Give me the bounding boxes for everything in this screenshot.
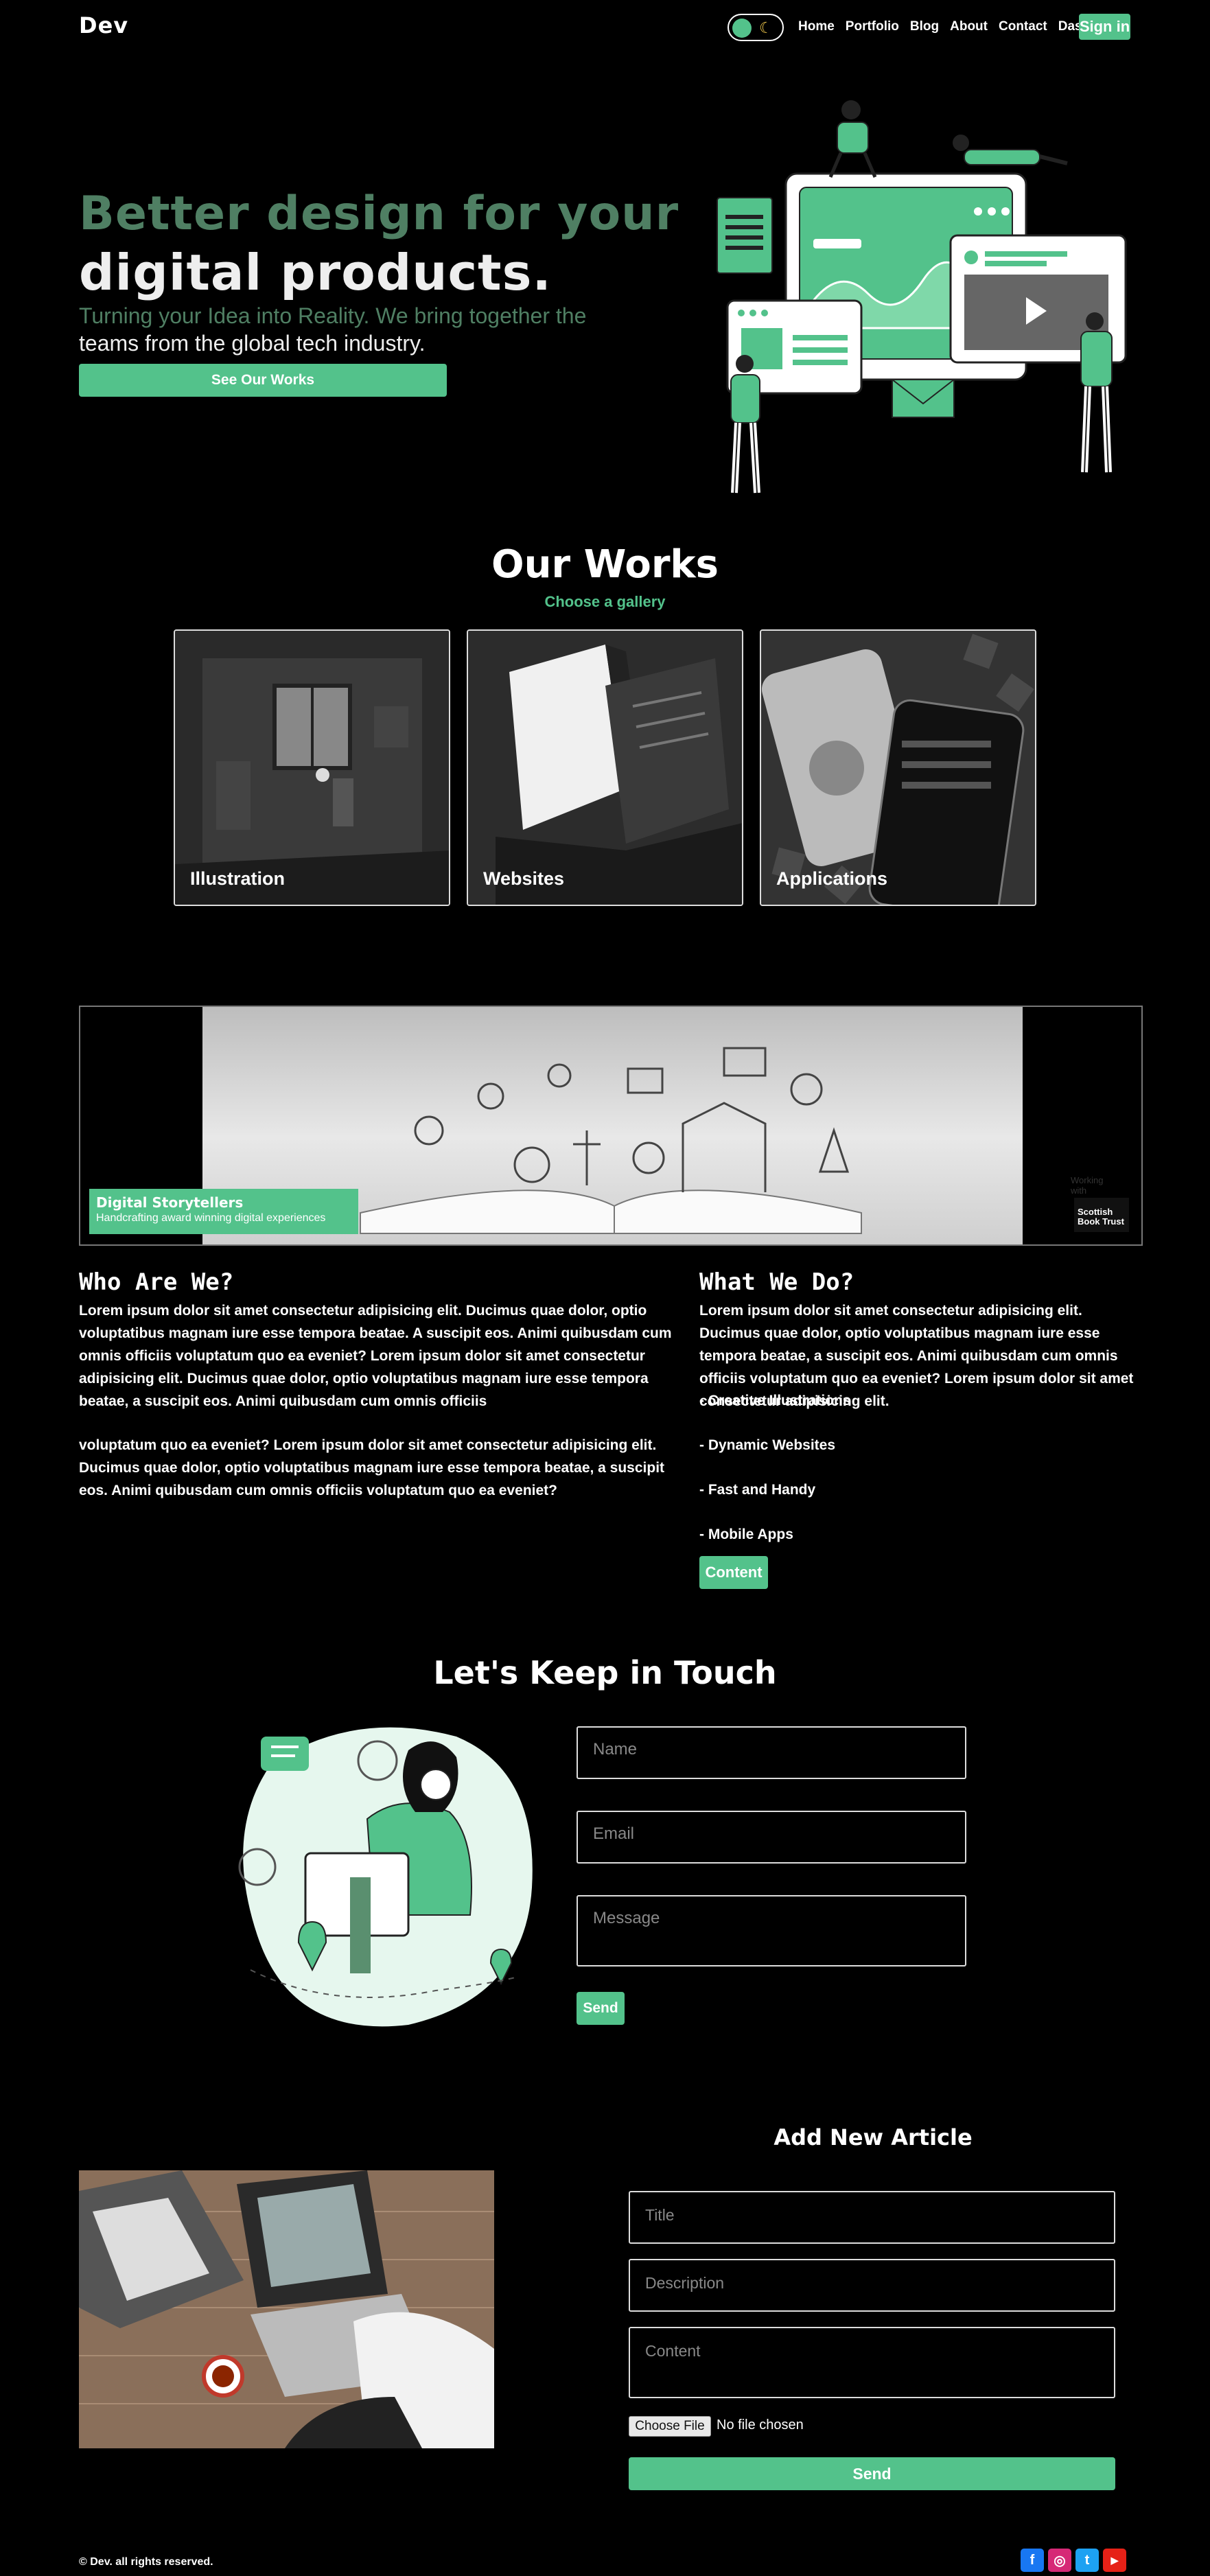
article-form-title: Add New Article [773, 2124, 973, 2150]
see-our-works-button[interactable]: See Our Works [79, 364, 447, 397]
gallery-label-websites: Websites [483, 868, 565, 889]
message-textarea[interactable]: Message [577, 1895, 966, 1966]
partner-logo: Scottish Book Trust [1074, 1198, 1129, 1232]
choose-file-button[interactable]: Choose File [629, 2416, 711, 2437]
nav-links: Home Portfolio Blog About Contact Dashbo… [798, 19, 1126, 34]
navbar: Dev ☾ Home Portfolio Blog About Contact … [0, 0, 1210, 55]
works-subtitle: Choose a gallery [544, 593, 666, 610]
applications-thumbnail [761, 631, 1035, 905]
contact-title: Let's Keep in Touch [433, 1654, 777, 1691]
youtube-icon[interactable]: ▶ [1103, 2549, 1126, 2572]
toggle-knob [732, 19, 752, 38]
twitter-icon[interactable]: t [1075, 2549, 1099, 2572]
email-input[interactable]: Email [577, 1811, 966, 1864]
contact-send-button[interactable]: Send [577, 1992, 625, 2025]
facebook-icon[interactable]: f [1021, 2549, 1044, 2572]
nav-home[interactable]: Home [798, 19, 835, 34]
hero-title-line1: Better design for your [79, 187, 679, 241]
file-status-text: No file chosen [717, 2417, 804, 2433]
what-item-websites: - Dynamic Websites [699, 1437, 836, 1453]
moon-icon: ☾ [759, 19, 773, 36]
who-paragraph-1: Lorem ipsum dolor sit amet consectetur a… [79, 1303, 672, 1409]
what-title: What We Do? [699, 1268, 854, 1296]
nav-portfolio[interactable]: Portfolio [846, 19, 899, 34]
copyright: © Dev. all rights reserved. [79, 2556, 213, 2568]
article-content-textarea[interactable]: Content [629, 2327, 1115, 2398]
hero-illustration [717, 100, 1127, 494]
banner-subtitle: Handcrafting award winning digital exper… [96, 1212, 326, 1224]
who-paragraph-2: voluptatum quo ea eveniet? Lorem ipsum d… [79, 1437, 665, 1498]
article-title-input[interactable]: Title [629, 2191, 1115, 2244]
social-links: f ◎ t ▶ [1021, 2549, 1126, 2572]
instagram-icon[interactable]: ◎ [1048, 2549, 1071, 2572]
gallery-label-illustration: Illustration [190, 868, 286, 889]
hero-title-line2: digital products. [79, 244, 552, 301]
gallery-card-illustration[interactable]: Illustration [174, 629, 450, 906]
websites-thumbnail [468, 631, 742, 905]
nav-about[interactable]: About [950, 19, 988, 34]
hero-subtitle-line1: Turning your Idea into Reality. We bring… [79, 303, 587, 328]
contact-illustration [238, 1727, 533, 2027]
hero-subtitle-line2: teams from the global tech industry. [79, 331, 426, 356]
article-send-button[interactable]: Send [629, 2457, 1115, 2490]
illustration-thumbnail [175, 631, 449, 905]
what-item-illustrations: - Creative Illustrations [699, 1393, 851, 1408]
banner-title: Digital Storytellers [96, 1194, 244, 1211]
article-description-input[interactable]: Description [629, 2259, 1115, 2312]
nav-blog[interactable]: Blog [910, 19, 939, 34]
what-item-apps: - Mobile Apps [699, 1527, 793, 1542]
storytellers-banner: Working with Scottish Book Trust Digital… [79, 1006, 1143, 1246]
article-photo [79, 2170, 494, 2448]
works-title: Our Works [491, 542, 719, 587]
working-with-label: Working with [1071, 1175, 1104, 1196]
gallery-card-applications[interactable]: Applications [760, 629, 1036, 906]
content-button[interactable]: Content [699, 1556, 768, 1589]
gallery-card-websites[interactable]: Websites [467, 629, 743, 906]
signin-button[interactable]: Sign in [1079, 14, 1130, 40]
gallery-label-applications: Applications [776, 868, 888, 889]
theme-toggle[interactable]: ☾ [728, 14, 784, 41]
name-input[interactable]: Name [577, 1726, 966, 1779]
who-title: Who Are We? [79, 1268, 234, 1296]
logo[interactable]: Dev [79, 12, 128, 38]
what-item-fast: - Fast and Handy [699, 1482, 816, 1498]
banner-badge: Digital Storytellers Handcrafting award … [89, 1189, 358, 1234]
nav-contact[interactable]: Contact [999, 19, 1047, 34]
